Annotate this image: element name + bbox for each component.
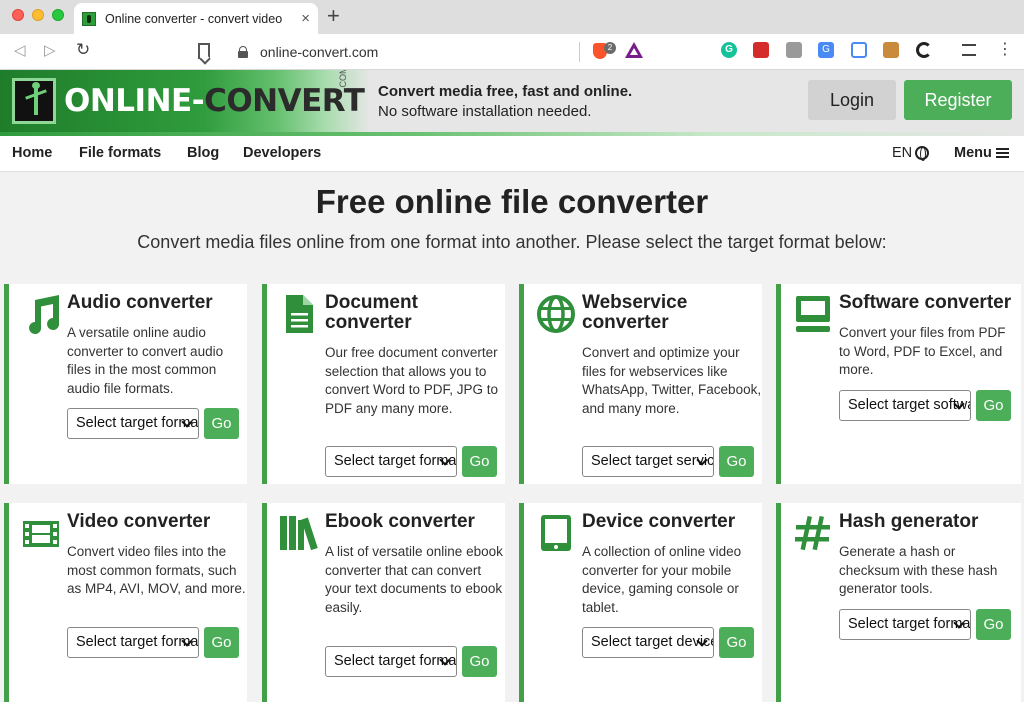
site-navigation: Home File formats Blog Developers EN Men…: [0, 136, 1024, 172]
card-description: A list of versatile online ebook convert…: [325, 544, 503, 615]
copy-extension-icon[interactable]: [786, 42, 802, 58]
browser-tab-bar: Online converter - convert video × +: [0, 0, 1024, 34]
register-button[interactable]: Register: [904, 80, 1012, 120]
card-description: Our free document converter selection th…: [325, 345, 499, 416]
card-title[interactable]: Webservice converter: [582, 293, 762, 333]
page-title: Free online file converter: [315, 183, 709, 220]
card-description: A collection of online video converter f…: [582, 544, 742, 615]
globe-icon: [915, 146, 930, 161]
hamburger-icon: [995, 148, 1009, 158]
go-button[interactable]: Go: [204, 627, 239, 658]
card-description: A versatile online audio converter to co…: [67, 325, 224, 396]
sync-extension-icon[interactable]: [916, 42, 932, 58]
lock-icon: [238, 46, 248, 58]
target-device-select[interactable]: Select target device: [582, 627, 714, 658]
target-format-select[interactable]: Select target format: [67, 627, 199, 658]
go-button[interactable]: Go: [462, 446, 497, 477]
card-description: Convert your files from PDF to Word, PDF…: [839, 325, 1006, 377]
menu-button[interactable]: Menu: [954, 145, 1009, 161]
target-format-select[interactable]: Select target format: [839, 609, 971, 640]
film-icon: [21, 513, 61, 553]
brave-rewards-icon[interactable]: [625, 42, 643, 58]
go-button[interactable]: Go: [719, 627, 754, 658]
logo-emblem-icon[interactable]: [12, 78, 56, 124]
go-button[interactable]: Go: [204, 408, 239, 439]
card-hash-generator: Hash generator Generate a hash or checks…: [776, 503, 1021, 702]
card-audio-converter: Audio converter A versatile online audio…: [4, 284, 247, 484]
card-document-converter: Document converter Our free document con…: [262, 284, 505, 484]
nav-home[interactable]: Home: [12, 145, 52, 161]
target-software-select[interactable]: Select target software: [839, 390, 971, 421]
card-description: Convert video files into the most common…: [67, 544, 246, 596]
shield-count-badge: 2: [604, 42, 616, 54]
card-title[interactable]: Document converter: [325, 293, 505, 333]
card-title[interactable]: Ebook converter: [325, 512, 505, 532]
new-tab-button[interactable]: +: [327, 5, 340, 27]
browser-tab[interactable]: Online converter - convert video ×: [74, 3, 318, 34]
address-separator: [579, 42, 580, 62]
card-webservice-converter: Webservice converter Convert and optimiz…: [519, 284, 762, 484]
card-description: Convert and optimize your files for webs…: [582, 345, 762, 416]
address-bar[interactable]: online-convert.com: [228, 38, 652, 66]
close-tab-icon[interactable]: ×: [301, 11, 310, 26]
card-description: Generate a hash or checksum with these h…: [839, 544, 998, 596]
language-code: EN: [892, 145, 913, 161]
card-title[interactable]: Software converter: [839, 293, 1024, 313]
translate-extension-icon[interactable]: G: [818, 42, 834, 58]
close-window-button[interactable]: [12, 9, 24, 21]
login-button[interactable]: Login: [808, 80, 896, 120]
logo-domain: .COM: [338, 70, 348, 90]
nav-blog[interactable]: Blog: [187, 145, 219, 161]
go-button[interactable]: Go: [719, 446, 754, 477]
hash-icon: [793, 513, 833, 553]
site-favicon-icon: [82, 11, 96, 26]
card-ebook-converter: Ebook converter A list of versatile onli…: [262, 503, 505, 702]
go-button[interactable]: Go: [976, 609, 1011, 640]
nav-developers[interactable]: Developers: [243, 145, 321, 161]
minimize-window-button[interactable]: [32, 9, 44, 21]
globe-icon: [536, 294, 576, 334]
language-selector[interactable]: EN: [892, 145, 930, 161]
tagline: Convert media free, fast and online. No …: [378, 82, 632, 122]
card-title[interactable]: Audio converter: [67, 293, 247, 313]
target-service-select[interactable]: Select target service: [582, 446, 714, 477]
browser-menu-icon[interactable]: ⋮: [997, 42, 1013, 58]
target-format-select[interactable]: Select target format: [325, 646, 457, 677]
back-icon[interactable]: ◁: [14, 42, 26, 60]
bookmark-icon[interactable]: [198, 43, 210, 59]
go-button[interactable]: Go: [462, 646, 497, 677]
password-extension-icon[interactable]: [753, 42, 769, 58]
nav-file-formats[interactable]: File formats: [79, 145, 161, 161]
card-device-converter: Device converter A collection of online …: [519, 503, 762, 702]
document-icon: [279, 294, 319, 334]
tagline-primary: Convert media free, fast and online.: [378, 83, 633, 100]
playlist-icon[interactable]: [962, 44, 976, 56]
go-button[interactable]: Go: [976, 390, 1011, 421]
books-icon: [279, 513, 319, 553]
reload-icon[interactable]: ↻: [76, 41, 90, 59]
card-title[interactable]: Video converter: [67, 512, 247, 532]
tablet-icon: [536, 513, 576, 553]
card-title[interactable]: Device converter: [582, 512, 762, 532]
music-note-icon: [21, 294, 61, 334]
card-video-converter: Video converter Convert video files into…: [4, 503, 247, 702]
maximize-window-button[interactable]: [52, 9, 64, 21]
browser-toolbar: ◁ ▷ ↻ online-convert.com: [0, 34, 1024, 70]
grammarly-extension-icon[interactable]: G: [721, 42, 737, 58]
monitor-icon: [793, 294, 833, 334]
page-subtitle: Convert media files online from one form…: [137, 232, 887, 252]
card-software-converter: Software converter Convert your files fr…: [776, 284, 1021, 484]
url-text: online-convert.com: [260, 44, 379, 60]
site-header: ONLINE-CONVERT .COM Convert media free, …: [0, 70, 1024, 136]
site-logo[interactable]: ONLINE-CONVERT: [64, 83, 365, 119]
card-title[interactable]: Hash generator: [839, 512, 1019, 532]
forward-icon[interactable]: ▷: [44, 42, 56, 60]
docs-extension-icon[interactable]: [851, 42, 867, 58]
target-format-select[interactable]: Select target format: [67, 408, 199, 439]
tagline-secondary: No software installation needed.: [378, 103, 592, 120]
tab-title: Online converter - convert video: [105, 11, 283, 26]
avatar-extension-icon[interactable]: [883, 42, 899, 58]
menu-label: Menu: [954, 145, 992, 161]
target-format-select[interactable]: Select target format: [325, 446, 457, 477]
